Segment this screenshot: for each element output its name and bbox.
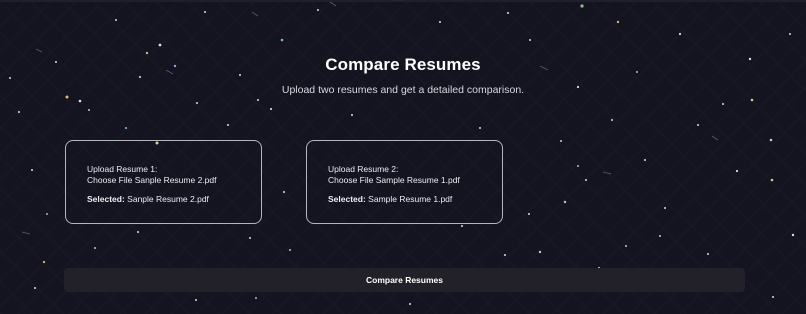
star-dot: [195, 299, 197, 301]
selected-label: Selected:: [328, 194, 366, 204]
star-dot: [625, 245, 627, 247]
star-dot: [269, 107, 273, 111]
selected-value: Sanple Resume 2.pdf: [127, 194, 209, 204]
upload-label: Upload Resume 1:: [87, 164, 158, 174]
star-dot: [563, 200, 567, 204]
star-dot: [94, 247, 96, 249]
star-dot: [659, 235, 661, 237]
choose-file-button[interactable]: Choose File: [87, 175, 132, 185]
star-dot: [9, 77, 11, 79]
file-name: Sample Resume 1.pdf: [375, 175, 460, 185]
star-dot: [249, 237, 251, 239]
star-dot: [664, 207, 666, 209]
star-dot: [283, 191, 285, 193]
file-input-2[interactable]: Choose File Sample Resume 1.pdf: [328, 175, 502, 186]
star-dot: [227, 124, 229, 126]
star-dot: [46, 213, 48, 215]
selected-file-info: Selected: Sample Resume 1.pdf: [328, 194, 502, 205]
star-dot: [204, 11, 206, 13]
star-dot: [125, 127, 127, 129]
star-dot: [735, 169, 739, 173]
file-input-1[interactable]: Choose File Sanple Resume 2.pdf: [87, 175, 261, 186]
selected-file-info: Selected: Sanple Resume 2.pdf: [87, 194, 261, 205]
star-dot: [616, 20, 620, 24]
star-dot: [289, 249, 291, 251]
star-dot: [137, 231, 139, 233]
star-dot: [789, 33, 791, 35]
star-dot: [439, 21, 441, 23]
star-dot: [34, 287, 36, 289]
star-streak: [329, 1, 337, 7]
star-dot: [145, 51, 149, 55]
star-dot: [707, 253, 709, 255]
star-dot: [770, 178, 774, 182]
star-dot: [538, 250, 542, 254]
star-dot: [115, 19, 117, 21]
star-dot: [504, 254, 506, 256]
star-dot: [479, 127, 481, 129]
star-dot: [138, 75, 142, 79]
star-dot: [791, 233, 795, 237]
upload-card-2: Upload Resume 2: Choose File Sample Resu…: [306, 140, 503, 224]
star-streak: [251, 11, 259, 17]
compare-resumes-button[interactable]: Compare Resumes: [64, 268, 745, 292]
star-dot: [644, 159, 646, 161]
star-dot: [769, 138, 773, 142]
page-background: •••• Compare Resumes Upload two resumes …: [0, 0, 806, 314]
star-dot: [577, 165, 579, 167]
star-dot: [585, 179, 587, 181]
star-dot: [196, 102, 198, 104]
file-name: Sanple Resume 2.pdf: [134, 175, 217, 185]
star-dot: [158, 43, 162, 47]
star-dot: [88, 109, 90, 111]
star-dot: [351, 114, 353, 116]
star-dot: [507, 12, 509, 14]
star-dot: [317, 9, 319, 11]
star-streak: [21, 231, 31, 235]
star-dot: [18, 111, 20, 113]
star-dot: [528, 213, 530, 215]
star-dot: [697, 124, 699, 126]
star-dot: [42, 260, 46, 264]
star-dot: [560, 140, 562, 142]
star-dot: [255, 297, 257, 299]
star-dot: [257, 99, 259, 101]
star-dot: [409, 303, 411, 305]
upload-label: Upload Resume 2:: [328, 164, 399, 174]
star-streak: [711, 135, 719, 141]
star-dot: [772, 296, 774, 298]
star-dot: [31, 169, 33, 171]
star-dot: [280, 38, 284, 42]
star-dot: [678, 32, 682, 36]
star-dot: [461, 225, 463, 227]
star-dot: [580, 4, 584, 8]
upload-card-1: Upload Resume 1: Choose File Sanple Resu…: [65, 140, 262, 224]
choose-file-button[interactable]: Choose File: [328, 175, 373, 185]
star-streak: [602, 171, 612, 175]
star-streak: [35, 48, 43, 53]
selected-label: Selected:: [87, 194, 125, 204]
page-title: Compare Resumes: [325, 55, 481, 74]
star-dot: [529, 39, 531, 41]
star-dot: [611, 119, 613, 121]
star-dot: [750, 98, 754, 102]
page-subtitle: Upload two resumes and get a detailed co…: [281, 84, 525, 96]
star-dot: [722, 103, 724, 105]
star-dot: [78, 99, 82, 103]
selected-value: Sample Resume 1.pdf: [368, 194, 453, 204]
